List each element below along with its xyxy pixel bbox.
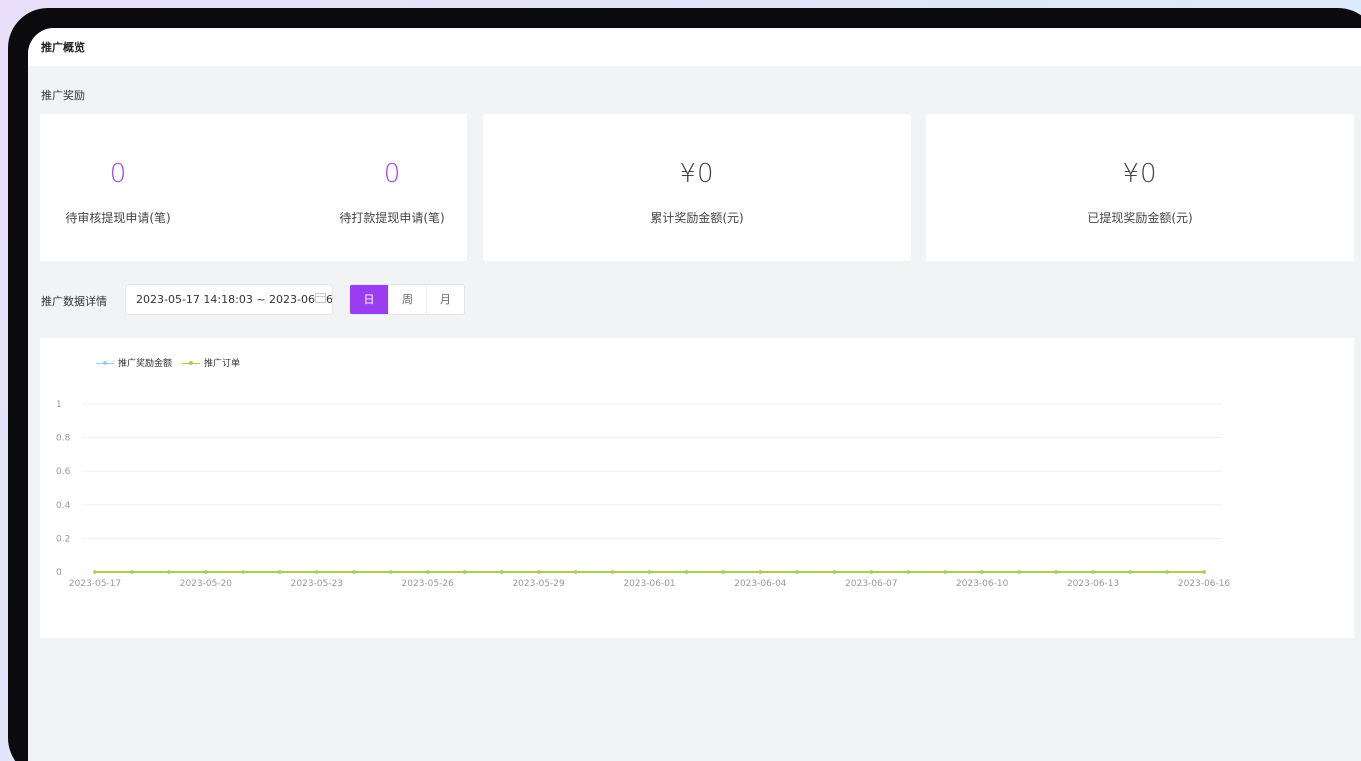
date-range-picker[interactable]: 2023-05-17 14:18:03 ~ 2023-06-16 14:18:0…	[125, 284, 333, 315]
pending-review-stat: 0 待审核提现申请(笔)	[28, 114, 218, 261]
data-point	[1091, 570, 1095, 574]
device-frame: 推广概览 推广奖励 0 待审核提现申请(笔) 0 待打款提现申请(笔) ¥0 累…	[8, 8, 1361, 761]
data-point	[610, 570, 615, 574]
y-tick-label: 0.8	[56, 434, 71, 444]
x-tick-label: 2023-06-04	[734, 579, 787, 589]
promotion-chart-card: 推广奖励金额 推广订单 0 0.2 0.4 0.6 0.8 1 2023-05-17 2023…	[40, 338, 1354, 638]
data-point	[647, 570, 652, 574]
data-point	[832, 570, 837, 574]
data-point	[388, 570, 393, 574]
pending-payment-label: 待打款提现申请(笔)	[339, 211, 445, 225]
data-point	[943, 570, 948, 574]
x-tick-label: 2023-06-07	[845, 579, 897, 589]
granularity-day-button[interactable]: 日	[350, 285, 388, 314]
data-point	[869, 570, 874, 574]
data-point	[93, 570, 97, 574]
total-reward-card: ¥0 累计奖励金额(元)	[483, 114, 911, 261]
data-point	[1165, 570, 1169, 574]
y-tick-label: 0.2	[56, 534, 70, 544]
data-point	[462, 570, 467, 574]
x-tick-label: 2023-05-29	[512, 579, 565, 589]
data-point	[1054, 570, 1058, 574]
data-point	[278, 570, 282, 574]
data-point	[130, 570, 134, 574]
data-point	[167, 570, 171, 574]
data-point	[721, 570, 726, 574]
x-tick-label: 2023-06-01	[623, 579, 675, 589]
data-point	[906, 570, 911, 574]
date-range-value: 2023-05-17 14:18:03 ~ 2023-06-16 14:18:0…	[136, 293, 333, 306]
data-point	[425, 570, 430, 574]
pending-payment-stat: 0 待打款提现申请(笔)	[292, 114, 492, 261]
x-tick-label: 2023-05-23	[291, 579, 343, 589]
data-point	[1017, 570, 1021, 574]
x-tick-label: 2023-05-26	[402, 579, 455, 589]
data-point	[351, 570, 356, 574]
withdrawal-requests-card: 0 待审核提现申请(笔) 0 待打款提现申请(笔)	[40, 114, 467, 261]
pending-review-value: 0	[109, 159, 127, 189]
y-tick-label: 0	[56, 568, 62, 578]
app-screen: 推广概览 推广奖励 0 待审核提现申请(笔) 0 待打款提现申请(笔) ¥0 累…	[28, 28, 1361, 761]
page-title: 推广概览	[41, 41, 85, 54]
data-point	[499, 570, 504, 574]
data-details-label: 推广数据详情	[41, 295, 107, 308]
y-tick-label: 0.6	[56, 467, 71, 477]
granularity-month-button[interactable]: 月	[426, 285, 464, 314]
data-point	[573, 570, 578, 574]
granularity-week-button[interactable]: 周	[388, 285, 426, 314]
x-tick-label: 2023-06-16	[1178, 579, 1231, 589]
filter-row: 推广数据详情 2023-05-17 14:18:03 ~ 2023-06-16 …	[28, 284, 1361, 316]
data-point	[758, 570, 763, 574]
data-point	[204, 570, 208, 574]
x-tick-label: 2023-06-10	[956, 579, 1009, 589]
withdrawn-reward-label: 已提现奖励金额(元)	[1087, 211, 1193, 225]
data-point	[980, 570, 984, 574]
x-tick-label: 2023-05-17	[69, 579, 121, 589]
data-point	[1128, 570, 1132, 574]
pending-review-label: 待审核提现申请(笔)	[65, 211, 171, 225]
x-tick-label: 2023-06-13	[1067, 579, 1119, 589]
data-point	[684, 570, 689, 574]
pending-payment-value: 0	[383, 159, 401, 189]
withdrawn-reward-stat: ¥0 已提现奖励金额(元)	[1040, 114, 1240, 261]
granularity-switch: 日 周 月	[349, 284, 465, 315]
calendar-icon[interactable]	[315, 293, 326, 303]
x-tick-label: 2023-05-20	[180, 579, 233, 589]
total-reward-value: ¥0	[679, 159, 715, 189]
rewards-section-title: 推广奖励	[41, 89, 85, 102]
top-bar: 推广概览	[28, 28, 1361, 66]
data-point	[1202, 570, 1206, 574]
data-point	[795, 570, 800, 574]
withdrawn-reward-value: ¥0	[1122, 159, 1158, 189]
withdrawn-reward-card: ¥0 已提现奖励金额(元)	[926, 114, 1354, 261]
data-point	[241, 570, 245, 574]
y-tick-label: 0.4	[56, 501, 71, 511]
total-reward-stat: ¥0 累计奖励金额(元)	[597, 114, 797, 261]
line-chart: 0 0.2 0.4 0.6 0.8 1 2023-05-17 2023-05-20 2023-0…	[56, 400, 1231, 589]
y-tick-label: 1	[56, 400, 62, 410]
data-point	[315, 570, 319, 574]
total-reward-label: 累计奖励金额(元)	[650, 211, 744, 225]
data-point	[536, 570, 541, 574]
